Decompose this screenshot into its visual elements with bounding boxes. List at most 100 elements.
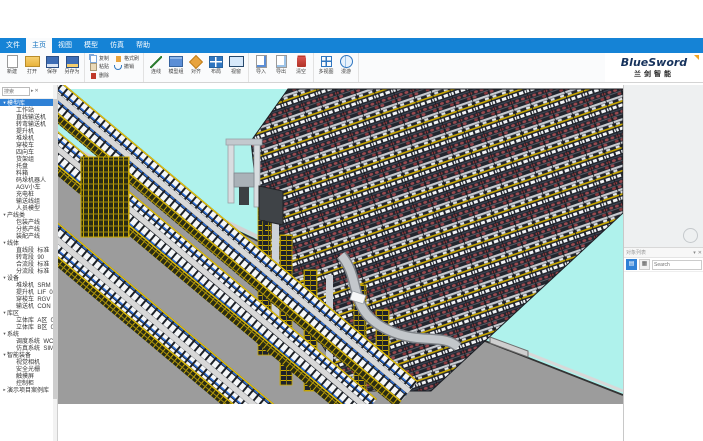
grid-view-button[interactable]: ▦ — [639, 259, 650, 270]
tree-item[interactable]: 提升机_LIF_02 — [0, 288, 53, 295]
tree-item[interactable]: 码垛机器人 — [0, 176, 53, 183]
tree-scrollbar-thumb[interactable] — [53, 99, 57, 399]
ribbon-tab-label: 主页 — [32, 42, 46, 49]
tree-item[interactable]: 立体库_A区_01 — [0, 316, 53, 323]
ribbon-button[interactable]: 复制 — [88, 56, 110, 63]
tree-item[interactable]: 仿真系统_SIM — [0, 344, 53, 351]
tree-item[interactable]: ▾ 智能装备 — [0, 351, 53, 358]
3d-scene-canvas[interactable] — [58, 85, 623, 404]
ribbon-button[interactable]: 对齐 — [186, 54, 206, 81]
tree-item[interactable]: 货架组 — [0, 155, 53, 162]
ribbon-button[interactable]: 撤销 — [113, 64, 140, 71]
tree-item[interactable]: 视觉相机 — [0, 358, 53, 365]
tree-item[interactable]: 工作站 — [0, 106, 53, 113]
tree-item-label: 包装产线 — [16, 218, 40, 225]
ribbon-tab[interactable]: 视图 — [52, 38, 78, 53]
tree-item-label: 输送线组 — [16, 197, 40, 204]
ribbon-tab[interactable]: 模型 — [78, 38, 104, 53]
ribbon-tab[interactable]: 帮助 — [130, 38, 156, 53]
ribbon-tab-label: 视图 — [58, 42, 72, 49]
ribbon-button[interactable]: 漫游 — [336, 54, 356, 81]
list-view-button[interactable]: ▤ — [626, 259, 637, 270]
ribbon-button-label: 模型组 — [169, 69, 184, 76]
ribbon-button[interactable]: 打开 — [22, 54, 42, 81]
object-search-input[interactable] — [652, 260, 702, 270]
tree-item-label: 货架组 — [16, 155, 34, 162]
tree-item[interactable]: 穿梭车_RGV_03 — [0, 295, 53, 302]
tree-item[interactable]: ▾ 线体 — [0, 239, 53, 246]
ribbon-button[interactable]: 格式刷 — [113, 56, 140, 63]
tree-item[interactable]: 充电桩 — [0, 190, 53, 197]
tree-item[interactable]: 控制柜 — [0, 379, 53, 386]
tree-item[interactable]: 直线输送机 — [0, 113, 53, 120]
tree-item[interactable]: 包装产线 — [0, 218, 53, 225]
3d-viewport[interactable] — [58, 85, 623, 441]
ribbon-button-icon — [89, 64, 97, 71]
tree-item[interactable]: ▾ 模型库 — [0, 99, 53, 106]
ribbon-tab[interactable]: 仿真 — [104, 38, 130, 53]
tree-item[interactable]: 立体库_B区_02 — [0, 323, 53, 330]
ribbon-tab[interactable]: 主页 — [26, 38, 52, 53]
dock-close-button[interactable]: ✕ — [698, 250, 702, 256]
panel-close-button[interactable]: ✕ — [35, 89, 39, 94]
tree-item[interactable]: 四向车 — [0, 148, 53, 155]
ribbon-button[interactable]: 导入 — [251, 54, 271, 81]
tree-item[interactable]: 堆垛机 — [0, 134, 53, 141]
tree-item[interactable]: 托盘 — [0, 162, 53, 169]
tree-item[interactable]: ▾ 产线类 — [0, 211, 53, 218]
tree-item[interactable]: ▸ 演示项目案例库 — [0, 386, 53, 393]
tree-item[interactable]: 堆垛机_SRM_01 — [0, 281, 53, 288]
ribbon-button[interactable]: 导出 — [271, 54, 291, 81]
tree-item[interactable]: 转弯段_90 — [0, 253, 53, 260]
tree-item[interactable]: ▾ 系统 — [0, 330, 53, 337]
tree-item[interactable]: 输送机_CON_04 — [0, 302, 53, 309]
tree-item[interactable]: 人员模型 — [0, 204, 53, 211]
ribbon-button-label: 粘贴 — [99, 64, 109, 71]
ribbon-button[interactable]: 新建 — [2, 54, 22, 81]
ribbon-button-label: 连线 — [151, 69, 161, 76]
tree-item[interactable]: 调度系统_WCS — [0, 337, 53, 344]
ribbon-button-icon — [44, 54, 60, 69]
ribbon-tab[interactable]: 文件 — [0, 38, 26, 53]
rack-end-scaffold[interactable] — [81, 157, 129, 237]
dock-toolbar: ▤ ▦ — [624, 258, 703, 272]
tree-item-label: 穿梭车_RGV_03 — [16, 295, 53, 302]
tree-item[interactable]: 安全光栅 — [0, 365, 53, 372]
tree-item[interactable]: ▾ 设备 — [0, 274, 53, 281]
tree-scrollbar[interactable] — [53, 85, 57, 441]
dock-menu-button[interactable]: ▾ — [693, 250, 696, 256]
ribbon-button[interactable]: 多视图 — [316, 54, 336, 81]
tree-item[interactable]: 转弯输送机 — [0, 120, 53, 127]
ribbon-button[interactable]: 删除 — [88, 72, 110, 79]
object-list[interactable] — [624, 272, 703, 441]
ribbon-button[interactable]: 清空 — [291, 54, 311, 81]
tree-item-label: 输送机_CON_04 — [16, 302, 53, 309]
tree-item[interactable]: 提升机 — [0, 127, 53, 134]
tree-item[interactable]: 输送线组 — [0, 197, 53, 204]
tree-item[interactable]: 触摸屏 — [0, 372, 53, 379]
ribbon-button[interactable]: 视窗 — [226, 54, 246, 81]
ribbon-button[interactable]: 粘贴 — [88, 64, 110, 71]
tree-item[interactable]: 分拣产线 — [0, 225, 53, 232]
tree-item[interactable]: AGV小车 — [0, 183, 53, 190]
ribbon-button-label: 撤销 — [124, 64, 134, 71]
dock-title: 对象列表 — [626, 249, 691, 256]
tree-search-input[interactable] — [2, 87, 30, 96]
tree-item[interactable]: 料箱 — [0, 169, 53, 176]
tree-item[interactable]: ▾ 库区 — [0, 309, 53, 316]
tree-item[interactable]: 装配产线 — [0, 232, 53, 239]
ribbon-button[interactable]: 布局 — [206, 54, 226, 81]
tree-item-label: 产线类 — [7, 211, 25, 218]
tree-expand-all-button[interactable]: ▸ — [31, 89, 34, 94]
tree-item[interactable]: 分流段_标准 — [0, 267, 53, 274]
ribbon-group-io: 导入 导出 清空 — [249, 53, 314, 82]
ribbon-button[interactable]: 模型组 — [166, 54, 186, 81]
ribbon-button[interactable]: 保存 — [42, 54, 62, 81]
tree-item[interactable]: 合流段_标准 — [0, 260, 53, 267]
tree-item[interactable]: 穿梭车 — [0, 141, 53, 148]
ribbon-button[interactable]: 连线 — [146, 54, 166, 81]
tree-item[interactable]: 直线段_标准 — [0, 246, 53, 253]
ribbon-button[interactable]: 另存为 — [62, 54, 82, 81]
tree-item-label: 人员模型 — [16, 204, 40, 211]
ribbon-button-label: 导入 — [256, 69, 266, 76]
